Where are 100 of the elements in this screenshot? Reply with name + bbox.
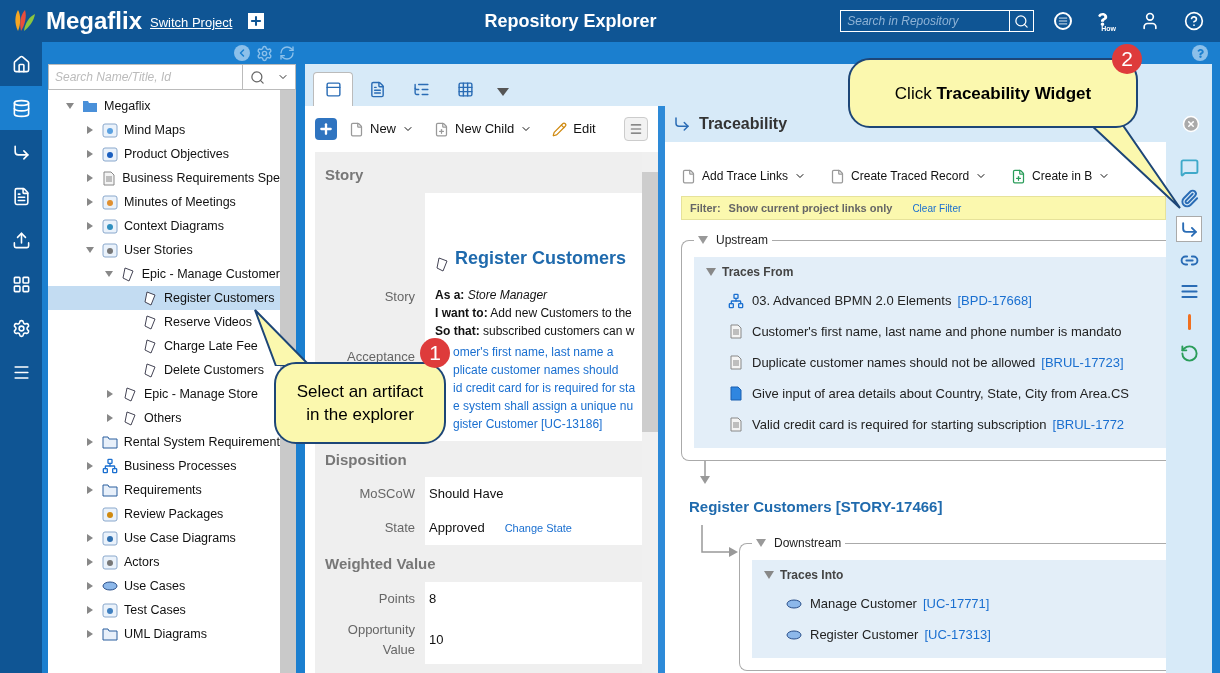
trace-item-title[interactable]: Give input of area details about Country, State, City from Area.CS xyxy=(752,383,1129,404)
question-mark-icon[interactable] xyxy=(1096,12,1110,26)
expand-arrow-icon[interactable] xyxy=(86,558,94,566)
tree-item[interactable]: Use Cases xyxy=(48,574,280,598)
search-button[interactable] xyxy=(243,64,271,90)
tree-item[interactable]: UML Diagrams xyxy=(48,622,280,646)
acceptance-link[interactable]: omer's first name, last name a xyxy=(453,344,614,359)
tree-item[interactable]: Epic - Manage Customer xyxy=(48,262,280,286)
tree-item[interactable]: Register Customers xyxy=(48,286,280,310)
new-button[interactable]: New xyxy=(349,119,414,139)
file-icon xyxy=(681,168,696,184)
collapse-arrow-icon[interactable] xyxy=(698,236,708,244)
user-icon[interactable] xyxy=(1140,11,1160,31)
expand-arrow-icon[interactable] xyxy=(86,222,94,230)
change-state-link[interactable]: Change State xyxy=(504,519,572,537)
tree-item[interactable]: Use Case Diagrams xyxy=(48,526,280,550)
expand-arrow-icon[interactable] xyxy=(86,150,94,158)
trace-item-title[interactable]: Manage Customer xyxy=(810,593,917,614)
collapse-arrow-icon[interactable] xyxy=(105,270,114,278)
close-icon[interactable] xyxy=(1182,115,1200,133)
tree-item[interactable]: Business Processes xyxy=(48,454,280,478)
tree-item[interactable]: Reserve Videos xyxy=(48,310,280,334)
expand-arrow-icon[interactable] xyxy=(86,630,94,638)
menu-button[interactable] xyxy=(624,117,648,141)
expand-arrow-icon[interactable] xyxy=(86,126,94,134)
trace-action-button[interactable]: Create Traced Record xyxy=(830,167,988,185)
field-label: State xyxy=(384,519,415,538)
expand-arrow-icon[interactable] xyxy=(106,390,114,398)
settings-icon[interactable] xyxy=(256,44,273,62)
list-icon[interactable] xyxy=(1054,12,1073,30)
field-value: Approved xyxy=(429,519,485,538)
trace-item-id[interactable]: [BPD-17668] xyxy=(957,290,1032,311)
acceptance-link[interactable]: plicate customer names should xyxy=(453,362,619,377)
tree-item[interactable]: Business Requirements Spe xyxy=(48,166,280,190)
plus-icon xyxy=(318,121,334,137)
tree-item[interactable]: Others xyxy=(48,406,280,430)
tree-item[interactable]: Megaflix xyxy=(48,94,280,118)
tree-item-label: Business Processes xyxy=(124,457,237,475)
tree-item[interactable]: User Stories xyxy=(48,238,280,262)
collapse-arrow-icon[interactable] xyxy=(66,102,74,110)
trace-item-title[interactable]: 03. Advanced BPMN 2.0 Elements xyxy=(752,290,952,311)
tree-item[interactable]: Test Cases xyxy=(48,598,280,622)
tree-item[interactable]: Requirements xyxy=(48,478,280,502)
explorer-search-field[interactable]: Search Name/Title, Id xyxy=(48,64,243,90)
acceptance-link[interactable]: e system shall assign a unique nu xyxy=(453,398,634,413)
tree-item[interactable]: Delete Customers xyxy=(48,358,280,382)
trace-item-id[interactable]: [BRUL-1772 xyxy=(1052,414,1125,435)
collapse-arrow-icon[interactable] xyxy=(756,539,766,547)
tree-item[interactable]: Product Objectives xyxy=(48,142,280,166)
tree-item-label: Use Cases xyxy=(124,577,186,595)
filter-value: Show current project links only xyxy=(728,200,893,216)
help-icon[interactable] xyxy=(1184,11,1204,31)
expand-arrow-icon[interactable] xyxy=(86,198,94,206)
expand-arrow-icon[interactable] xyxy=(86,534,94,542)
tree-item[interactable]: Charge Late Fee xyxy=(48,334,280,358)
tree-item[interactable]: Context Diagrams xyxy=(48,214,280,238)
add-button[interactable] xyxy=(315,118,337,140)
tree-item[interactable]: Minutes of Meetings xyxy=(48,190,280,214)
trace-action-button[interactable]: Create in B xyxy=(1011,167,1111,185)
collapse-arrow-icon[interactable] xyxy=(764,571,774,579)
group-title: Traces Into xyxy=(780,567,844,584)
repository-search-field[interactable]: Search in Repository xyxy=(840,10,1011,32)
tree-item[interactable]: Review Packages xyxy=(48,502,280,526)
expand-arrow-icon[interactable] xyxy=(86,486,94,494)
refresh-icon[interactable] xyxy=(279,45,295,61)
expand-arrow-icon[interactable] xyxy=(106,414,114,422)
acceptance-link[interactable]: gister Customer [UC-13186] xyxy=(453,416,603,431)
collapse-panel-icon[interactable] xyxy=(234,45,250,61)
current-record-title[interactable]: Register Customers [STORY-17466] xyxy=(689,498,943,515)
tree-item[interactable]: Rental System Requirement xyxy=(48,430,280,454)
trace-item-title[interactable]: Valid credit card is required for starting subscription xyxy=(752,414,1047,435)
new-child-button[interactable]: New Child xyxy=(434,119,533,139)
tree-item-label: UML Diagrams xyxy=(124,625,207,643)
trace-item-title[interactable]: Duplicate customer names should not be allowed xyxy=(752,352,1036,373)
trace-item-title[interactable]: Register Customer xyxy=(810,624,919,645)
add-icon[interactable] xyxy=(248,13,265,29)
expand-arrow-icon[interactable] xyxy=(85,438,94,446)
story-icon xyxy=(435,255,449,272)
clear-filter-link[interactable]: Clear Filter xyxy=(912,200,962,216)
tree-item[interactable]: Mind Maps xyxy=(48,118,280,142)
collapse-arrow-icon[interactable] xyxy=(86,246,94,254)
expand-arrow-icon[interactable] xyxy=(86,582,94,590)
edit-button[interactable]: Edit xyxy=(552,119,596,139)
tree-item[interactable]: Actors xyxy=(48,550,280,574)
trace-action-button[interactable]: Add Trace Links xyxy=(681,167,807,185)
expand-arrow-icon[interactable] xyxy=(85,174,94,182)
widget-button[interactable] xyxy=(1176,216,1202,242)
trace-item-id[interactable]: [UC-17313] xyxy=(924,624,991,645)
collapse-arrow-icon[interactable] xyxy=(706,268,716,276)
more-tabs-icon[interactable] xyxy=(497,88,509,96)
switch-project-link[interactable]: Switch Project xyxy=(150,13,233,33)
tree-item[interactable]: Epic - Manage Store xyxy=(48,382,280,406)
trace-item-id[interactable]: [BRUL-17723] xyxy=(1041,352,1124,373)
expand-arrow-icon[interactable] xyxy=(86,606,94,614)
nav-item[interactable] xyxy=(0,86,42,130)
view-tab[interactable] xyxy=(313,72,353,106)
acceptance-link[interactable]: id credit card for is required for sta xyxy=(453,380,636,395)
expand-arrow-icon[interactable] xyxy=(86,462,94,470)
trace-item-id[interactable]: [UC-17771] xyxy=(922,593,990,614)
trace-item-title[interactable]: Customer's first name, last name and phone number is mandato xyxy=(752,321,1122,342)
